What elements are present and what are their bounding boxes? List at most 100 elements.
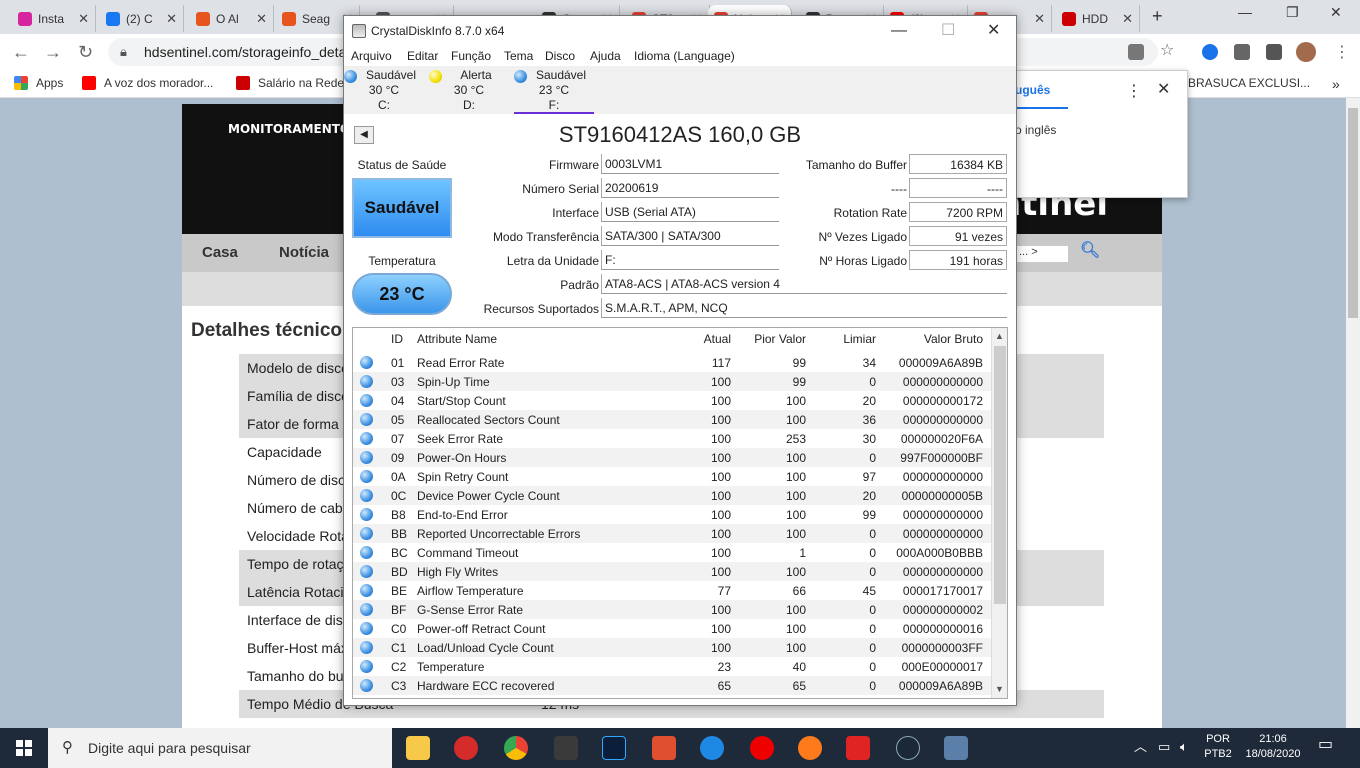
column-header[interactable]: Limiar	[811, 332, 876, 346]
menu-item[interactable]: Ajuda	[590, 49, 621, 63]
table-row[interactable]: BE Airflow Temperature 77 66 45 000017170017	[353, 581, 991, 600]
menu-item[interactable]: Função	[451, 49, 491, 63]
table-row[interactable]: 03 Spin-Up Time 100 99 0 000000000000	[353, 372, 991, 391]
firefox-icon[interactable]	[798, 736, 822, 760]
scroll-up-icon[interactable]: ▲	[995, 331, 1004, 341]
column-header[interactable]: Attribute Name	[417, 332, 497, 346]
forward-icon[interactable]: →	[44, 42, 62, 63]
clock[interactable]: 21:06 18/08/2020	[1240, 732, 1306, 762]
scrollbar-thumb[interactable]	[1348, 108, 1358, 318]
menu-item-casa[interactable]: Casa	[202, 244, 238, 261]
disk-button[interactable]: Saudável 30 °C C:	[344, 68, 424, 114]
network-icon[interactable]: ▭	[1158, 739, 1170, 754]
translate-language-tab[interactable]: uguês	[1015, 83, 1050, 97]
edge-icon[interactable]	[700, 736, 724, 760]
tab-close-icon[interactable]: ✕	[166, 11, 177, 27]
temperature-badge[interactable]: 23 °C	[352, 273, 452, 315]
table-row[interactable]: BD High Fly Writes 100 100 0 000000000000	[353, 562, 991, 581]
health-status-button[interactable]: Saudável	[352, 178, 452, 238]
file-explorer-icon[interactable]	[406, 736, 430, 760]
table-row[interactable]: BC Command Timeout 100 1 0 000A000B0BBB	[353, 543, 991, 562]
menu-dots-icon[interactable]: ⋮	[1334, 42, 1350, 62]
table-row[interactable]: C3 Hardware ECC recovered 65 65 0 000009A6A89…	[353, 676, 991, 695]
photoshop-icon[interactable]	[602, 736, 626, 760]
browser-tab[interactable]: (2) C ✕	[100, 5, 184, 32]
media-icon[interactable]	[1266, 44, 1282, 60]
tab-close-icon[interactable]: ✕	[1122, 11, 1133, 27]
bookmark-salario[interactable]: Salário na Rede	[236, 76, 344, 90]
menu-item[interactable]: Arquivo	[351, 49, 392, 63]
restore-icon[interactable]: ❐	[1286, 4, 1299, 21]
browser-tab[interactable]: Insta ✕	[12, 5, 96, 32]
bookmark-apps[interactable]: Apps	[14, 76, 63, 90]
close-icon[interactable]: ✕	[987, 20, 1000, 40]
more-bookmarks-icon[interactable]: »	[1332, 76, 1340, 92]
minimize-icon[interactable]: —	[1238, 4, 1252, 20]
app-icon-red[interactable]	[454, 736, 478, 760]
table-row[interactable]: C0 Power-off Retract Count 100 100 0 00000000…	[353, 619, 991, 638]
tray-arrow-icon[interactable]: ︿	[1134, 739, 1147, 754]
table-row[interactable]: 01 Read Error Rate 117 99 34 000009A6A89B	[353, 353, 991, 372]
bookmark-youtube[interactable]: A voz dos morador...	[82, 76, 213, 90]
extension-icon[interactable]	[1202, 44, 1218, 60]
tab-close-icon[interactable]: ✕	[78, 11, 89, 27]
table-row[interactable]: B8 End-to-End Error 100 100 99 000000000000	[353, 505, 991, 524]
disk-button[interactable]: Saudável 23 °C F:	[514, 68, 594, 114]
table-row[interactable]: 07 Seek Error Rate 100 253 30 000000020F6A	[353, 429, 991, 448]
menu-item[interactable]: Editar	[407, 49, 438, 63]
menu-item[interactable]: Tema	[504, 49, 533, 63]
notifications-icon[interactable]: ▭	[1318, 737, 1333, 753]
column-header[interactable]: ID	[391, 332, 403, 346]
app-icon-dark[interactable]	[554, 736, 578, 760]
chrome-icon[interactable]	[504, 736, 528, 760]
menu-item-noticia[interactable]: Notícia	[279, 244, 329, 261]
close-popup-icon[interactable]: ✕	[1157, 79, 1170, 99]
table-row[interactable]: 0A Spin Retry Count 100 100 97 000000000000	[353, 467, 991, 486]
browser-tab[interactable]: O Al ✕	[190, 5, 274, 32]
bookmark-brasuca[interactable]: BRASUCA EXCLUSI...	[1188, 76, 1310, 90]
table-row[interactable]: 05 Reallocated Sectors Count 100 100 36 00000…	[353, 410, 991, 429]
menu-item[interactable]: Disco	[545, 49, 575, 63]
app-icon-orange[interactable]	[652, 736, 676, 760]
table-row[interactable]: C2 Temperature 23 40 0 000E00000017	[353, 657, 991, 676]
tab-close-icon[interactable]: ✕	[256, 11, 267, 27]
taskbar-search[interactable]: ⚲ Digite aqui para pesquisar	[48, 728, 392, 768]
app-icon-red-2[interactable]	[846, 736, 870, 760]
browser-tab[interactable]: HDD ✕	[1056, 5, 1140, 32]
volume-icon[interactable]: 🔈︎	[1180, 739, 1188, 754]
table-scrollbar-thumb[interactable]	[994, 346, 1006, 604]
site-search-icon[interactable]: 🔍︎	[1080, 240, 1100, 260]
maximize-icon[interactable]: ☐	[941, 20, 955, 40]
tab-close-icon[interactable]: ✕	[1034, 11, 1045, 27]
menu-item[interactable]: Idioma (Language)	[634, 49, 735, 63]
column-header[interactable]: Pior Valor	[736, 332, 806, 346]
reload-icon[interactable]: ↻	[78, 42, 93, 63]
table-row[interactable]: BB Reported Uncorrectable Errors 100 100 0 00…	[353, 524, 991, 543]
extensions-puzzle-icon[interactable]	[1234, 44, 1250, 60]
scroll-down-icon[interactable]: ▼	[995, 684, 1004, 694]
bookmark-star-icon[interactable]: ☆	[1160, 40, 1174, 60]
new-tab-icon[interactable]: +	[1152, 6, 1163, 27]
table-row[interactable]: 0C Device Power Cycle Count 100 100 20 000000…	[353, 486, 991, 505]
table-scrollbar[interactable]: ▲ ▼	[991, 328, 1007, 698]
more-options-icon[interactable]: ⋮	[1126, 81, 1142, 101]
page-scrollbar[interactable]	[1346, 98, 1360, 728]
crystaldiskinfo-taskbar-icon[interactable]	[944, 736, 968, 760]
translate-icon[interactable]	[1128, 44, 1144, 60]
table-row[interactable]: C1 Load/Unload Cycle Count 100 100 0 00000000…	[353, 638, 991, 657]
table-row[interactable]: BF G-Sense Error Rate 100 100 0 000000000002	[353, 600, 991, 619]
table-row[interactable]: 04 Start/Stop Count 100 100 20 000000000172	[353, 391, 991, 410]
minimize-icon[interactable]: —	[891, 22, 907, 40]
opera-icon[interactable]	[750, 736, 774, 760]
column-header[interactable]: Valor Bruto	[881, 332, 983, 346]
site-search-input[interactable]: ... >	[1016, 246, 1068, 262]
close-window-icon[interactable]: ✕	[1330, 4, 1342, 21]
table-row[interactable]: 09 Power-On Hours 100 100 0 997F000000BF	[353, 448, 991, 467]
steam-icon[interactable]	[896, 736, 920, 760]
avatar[interactable]	[1296, 42, 1316, 62]
disk-button[interactable]: Alerta 30 °C D:	[429, 68, 509, 114]
input-language[interactable]: POR PTB2	[1200, 732, 1236, 762]
column-header[interactable]: Atual	[653, 332, 731, 346]
back-icon[interactable]: ←	[12, 42, 30, 63]
windows-start-icon[interactable]	[16, 740, 32, 756]
